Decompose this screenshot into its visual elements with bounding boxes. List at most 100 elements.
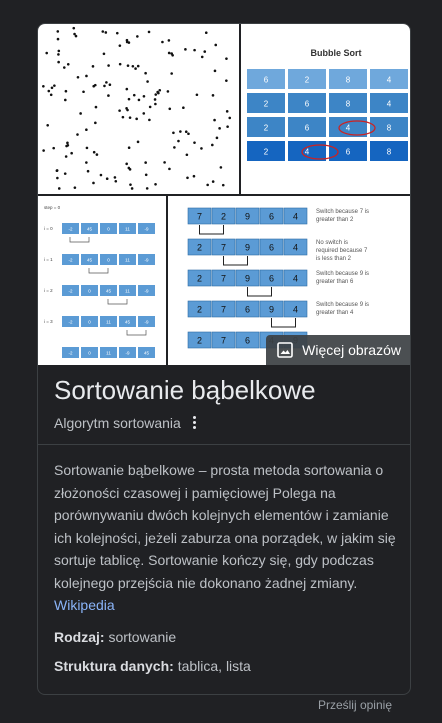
more-images-button[interactable]: Więcej obrazów xyxy=(266,335,410,365)
entity-description: Sortowanie bąbelkowe – prosta metoda sor… xyxy=(54,459,396,617)
gallery-image-bubble-sort[interactable]: Bubble Sort 628410268410264810246810 xyxy=(241,24,410,194)
step-cell-value: -2 xyxy=(68,258,72,263)
step-cell-value: 11 xyxy=(125,227,130,232)
scatter-dot xyxy=(136,64,140,68)
scatter-dot xyxy=(148,105,152,109)
scatter-dot xyxy=(63,172,67,175)
step-cell-value: -9 xyxy=(144,320,148,325)
scatter-dot xyxy=(125,40,129,44)
scatter-dot xyxy=(213,69,217,73)
scatter-dot xyxy=(203,50,207,53)
scatter-dot xyxy=(57,187,61,190)
switch-cell-value: 6 xyxy=(245,336,250,346)
bubble-cell-value: 2 xyxy=(264,124,269,133)
scatter-dot xyxy=(70,151,73,155)
scatter-dot xyxy=(125,107,128,110)
scatter-dot xyxy=(163,161,166,164)
scatter-dot xyxy=(156,90,159,94)
switch-cell-value: 2 xyxy=(197,274,202,284)
bubble-cell-value: 2 xyxy=(305,76,310,85)
sorting-steps-diagram: step = 0 i = 0 -2 45 0 11 -9i = 1 -2 45 0 11 -9i =… xyxy=(44,205,155,358)
switch-cell-value: 7 xyxy=(221,274,226,284)
switch-note: Switch because 9 is greater than 4 xyxy=(316,302,369,316)
switch-note: Switch because 9 is greater than 6 xyxy=(316,271,369,285)
scatter-dot xyxy=(95,153,99,156)
scatter-dot xyxy=(73,186,77,189)
scatter-dot xyxy=(46,123,49,127)
scatter-dot xyxy=(146,80,149,83)
switch-cell-value: 7 xyxy=(221,243,226,253)
scatter-dot xyxy=(135,117,138,121)
scatter-dot xyxy=(56,37,60,41)
scatter-dot xyxy=(226,125,229,128)
scatter-dot xyxy=(168,167,171,171)
scatter-dot xyxy=(64,98,67,102)
scatter-dot xyxy=(131,64,135,68)
scatter-dot xyxy=(66,62,70,66)
switch-cell-value: 6 xyxy=(269,243,274,253)
scatter-dot xyxy=(66,141,69,145)
scatter-dot xyxy=(136,35,139,38)
bubble-cell-value: 6 xyxy=(305,100,310,109)
scatter-dot xyxy=(184,130,188,134)
step-cell-value: 11 xyxy=(125,258,130,263)
scatter-dot xyxy=(47,89,51,93)
step-index-label: i = 3 xyxy=(44,319,53,324)
switch-cell-value: 2 xyxy=(197,305,202,315)
step-index-label: i = 2 xyxy=(44,288,53,293)
bubble-sort-title: Bubble Sort xyxy=(311,48,362,58)
entity-title: Sortowanie bąbelkowe xyxy=(54,375,316,405)
panel-header: Sortowanie bąbelkowe Algorytm sortowania xyxy=(54,374,394,431)
scatter-dot xyxy=(107,64,110,67)
scatter-dot xyxy=(142,112,146,115)
scatter-dot xyxy=(115,31,119,35)
gallery-image-steps[interactable]: step = 0 i = 0 -2 45 0 11 -9 i = 1 -2 45 0 11 -9 i =… xyxy=(38,196,166,365)
bubble-cell-value: 4 xyxy=(305,148,310,157)
scatter-dot xyxy=(105,177,109,181)
scatter-dot xyxy=(64,89,68,93)
scatter-dot xyxy=(154,182,157,186)
scatter-dot xyxy=(86,169,90,173)
scatter-dot xyxy=(228,116,232,120)
switch-cell-value: 7 xyxy=(221,336,226,346)
bubble-cell-value: 4 xyxy=(346,124,351,133)
scatter-dot xyxy=(214,43,218,47)
fact-value: sortowanie xyxy=(108,629,177,645)
scatter-dot xyxy=(167,51,171,55)
gallery-image-scatter[interactable] xyxy=(38,24,239,194)
scatter-dot xyxy=(101,30,105,33)
scatter-dot xyxy=(211,180,215,183)
scatter-dot xyxy=(130,187,134,190)
fact-value: tablica, lista xyxy=(177,658,251,674)
scatter-dot xyxy=(102,52,106,56)
scatter-dot xyxy=(144,173,148,177)
more-vert-icon[interactable] xyxy=(189,414,200,431)
wikipedia-link[interactable]: Wikipedia xyxy=(54,597,115,613)
scatter-dot xyxy=(76,133,79,136)
switch-cell-value: 6 xyxy=(269,274,274,284)
scatter-dot xyxy=(195,93,199,97)
scatter-dot xyxy=(99,173,103,177)
scatter-dot xyxy=(66,143,70,147)
scatter-dot xyxy=(104,31,108,34)
switch-cell-value: 2 xyxy=(197,336,202,346)
bubble-cell-value: 6 xyxy=(264,76,269,85)
scatter-dot xyxy=(118,62,122,66)
compare-bracket xyxy=(107,299,128,305)
fact-data-structure: Struktura danych: tablica, lista xyxy=(54,658,251,674)
scatter-dot xyxy=(42,149,45,152)
feedback-link[interactable]: Prześlij opinię xyxy=(318,698,392,712)
scatter-dot xyxy=(56,30,60,33)
switch-cell-value: 2 xyxy=(197,243,202,253)
switch-cell-value: 6 xyxy=(269,212,274,222)
scatter-dot xyxy=(82,90,85,94)
step-cell-value: -9 xyxy=(144,289,148,294)
scatter-dot xyxy=(148,118,151,122)
switch-cell-value: 9 xyxy=(269,305,274,315)
scatter-dot xyxy=(125,87,129,91)
compare-bracket xyxy=(69,237,90,243)
scatter-dot xyxy=(126,64,130,67)
scatter-dot xyxy=(221,183,225,187)
scatter-dot xyxy=(211,94,215,97)
scatter-dot xyxy=(166,90,170,93)
